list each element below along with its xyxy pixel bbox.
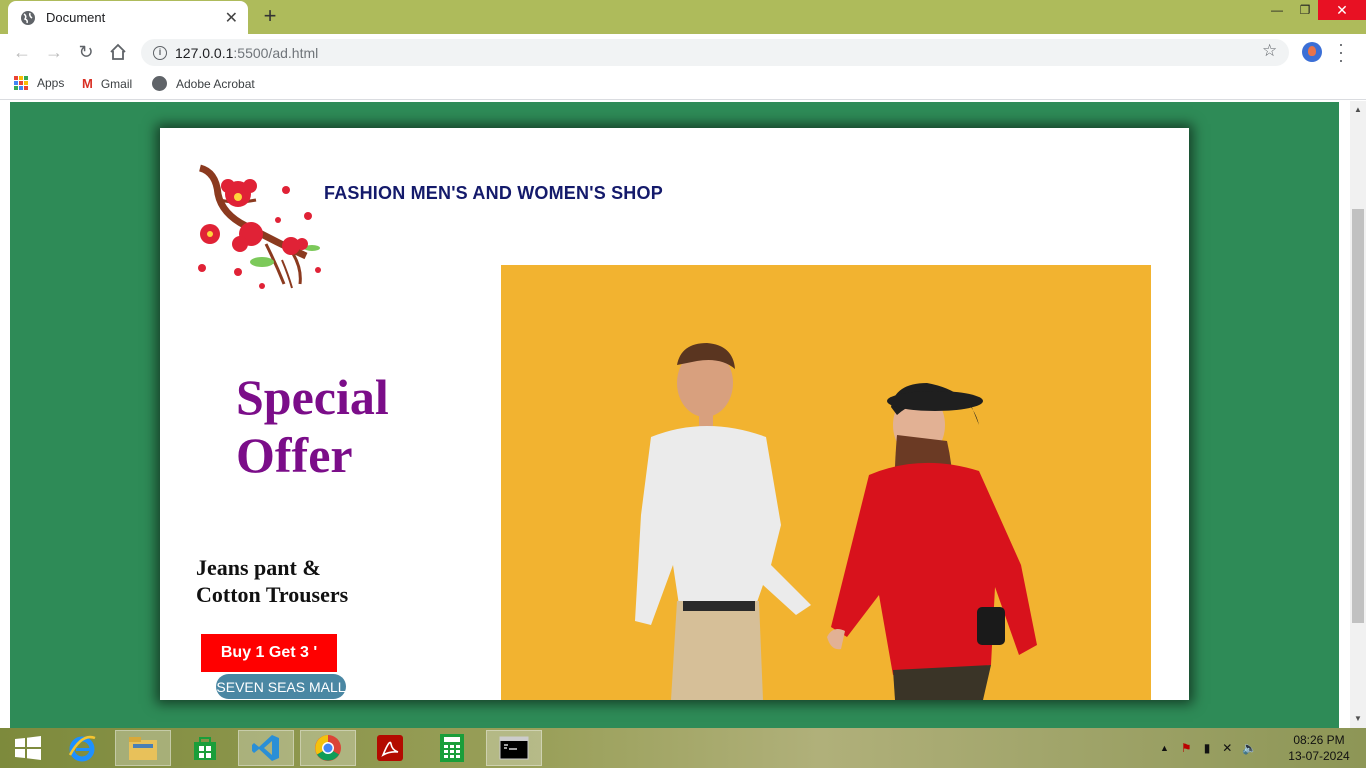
volume-icon[interactable]: 🔈 — [1242, 741, 1257, 755]
clock-time: 08:26 PM — [1293, 733, 1345, 747]
bookmark-apps-label: Apps — [37, 76, 65, 90]
cherry-blossom-logo — [198, 164, 321, 289]
close-window-button[interactable]: ✕ — [1318, 0, 1366, 20]
gmail-icon: M — [82, 76, 93, 91]
battery-icon[interactable]: ▮ — [1204, 741, 1211, 755]
scroll-down-arrow-icon[interactable]: ▼ — [1350, 712, 1366, 726]
command-prompt-button[interactable] — [486, 730, 542, 766]
info-icon[interactable]: i — [153, 45, 167, 60]
system-tray: ▲ ⚑ ▮ ✕ 🔈 — [1160, 728, 1257, 768]
acrobat-button[interactable] — [362, 730, 418, 766]
windows-start-icon — [15, 736, 41, 760]
back-button[interactable]: ← — [10, 40, 34, 64]
url-host: 127.0.0.1 — [175, 44, 234, 61]
globe-icon — [152, 76, 167, 91]
bookmark-adobe-acrobat[interactable]: Adobe Acrobat — [152, 76, 255, 91]
profile-avatar[interactable] — [1302, 42, 1322, 62]
chrome-button[interactable] — [300, 730, 356, 766]
chrome-icon — [315, 735, 341, 761]
network-icon[interactable]: ✕ — [1222, 741, 1232, 755]
bookmarks-bar: Apps M Gmail Adobe Acrobat — [0, 70, 1366, 100]
tab-title: Document — [46, 10, 106, 25]
offer-line-1: Special — [236, 369, 389, 425]
store-icon — [194, 737, 216, 760]
home-icon — [110, 43, 126, 60]
product-line-2: Cotton Trousers — [196, 582, 349, 607]
file-explorer-button[interactable] — [115, 730, 171, 766]
bookmark-gmail-label: Gmail — [100, 76, 133, 91]
forward-button[interactable]: → — [42, 40, 66, 64]
internet-explorer-icon — [68, 735, 96, 762]
vscode-button[interactable] — [238, 730, 294, 766]
close-tab-icon[interactable]: ✕ — [225, 8, 238, 28]
ad-card: FASHION MEN'S AND WOMEN'S SHOP Special O… — [160, 128, 1189, 700]
globe-icon — [21, 10, 35, 25]
bookmark-star-icon[interactable]: ☆ — [1262, 41, 1277, 61]
offer-line-2: Offer — [236, 427, 353, 483]
couple-photo — [501, 265, 1151, 700]
menu-icon[interactable]: · · · — [1336, 35, 1346, 69]
calculator-icon — [440, 734, 464, 762]
action-center-flag-icon[interactable]: ⚑ — [1181, 741, 1192, 755]
clock-date: 13-07-2024 — [1288, 749, 1350, 763]
scroll-up-arrow-icon[interactable]: ▲ — [1350, 103, 1366, 117]
buy-offer-button[interactable]: Buy 1 Get 3 ' — [201, 634, 337, 672]
product-description: Jeans pant & Cotton Trousers — [196, 554, 436, 608]
mall-button[interactable]: SEVEN SEAS MALL — [216, 674, 346, 699]
browser-toolbar: ← → ↻ i 127.0.0.1 :5500/ad.html — [0, 34, 1366, 70]
scrollbar-thumb[interactable] — [1352, 209, 1364, 623]
reload-button[interactable]: ↻ — [74, 40, 98, 64]
vertical-scrollbar[interactable]: ▲ ▼ — [1350, 101, 1366, 728]
tab-strip: Document ✕ + — ❐ ✕ — [0, 0, 1366, 34]
url-path: :5500/ad.html — [233, 44, 319, 61]
acrobat-icon — [377, 735, 403, 761]
start-button[interactable] — [0, 730, 56, 766]
bookmark-apps[interactable]: Apps — [14, 76, 64, 90]
product-line-1: Jeans pant & — [196, 555, 321, 580]
browser-tab[interactable]: Document ✕ — [8, 1, 248, 34]
apps-grid-icon — [14, 76, 28, 90]
home-button[interactable] — [106, 40, 130, 64]
special-offer-heading: Special Offer — [236, 368, 436, 484]
store-button[interactable] — [177, 730, 233, 766]
address-bar[interactable]: i 127.0.0.1 :5500/ad.html — [141, 39, 1289, 66]
taskbar: ▲ ⚑ ▮ ✕ 🔈 08:26 PM 13-07-2024 — [0, 728, 1366, 768]
new-tab-button[interactable]: + — [258, 4, 282, 28]
file-explorer-icon — [129, 737, 157, 760]
bookmark-acrobat-label: Adobe Acrobat — [176, 76, 255, 91]
show-hidden-icons-icon[interactable]: ▲ — [1160, 743, 1169, 753]
bookmark-gmail[interactable]: M Gmail — [82, 76, 132, 91]
clock[interactable]: 08:26 PM 13-07-2024 — [1284, 732, 1354, 764]
command-prompt-icon — [499, 736, 529, 760]
internet-explorer-button[interactable] — [54, 730, 110, 766]
calculator-button[interactable] — [424, 730, 480, 766]
shop-title: FASHION MEN'S AND WOMEN'S SHOP — [324, 183, 663, 203]
vscode-icon — [252, 735, 279, 761]
